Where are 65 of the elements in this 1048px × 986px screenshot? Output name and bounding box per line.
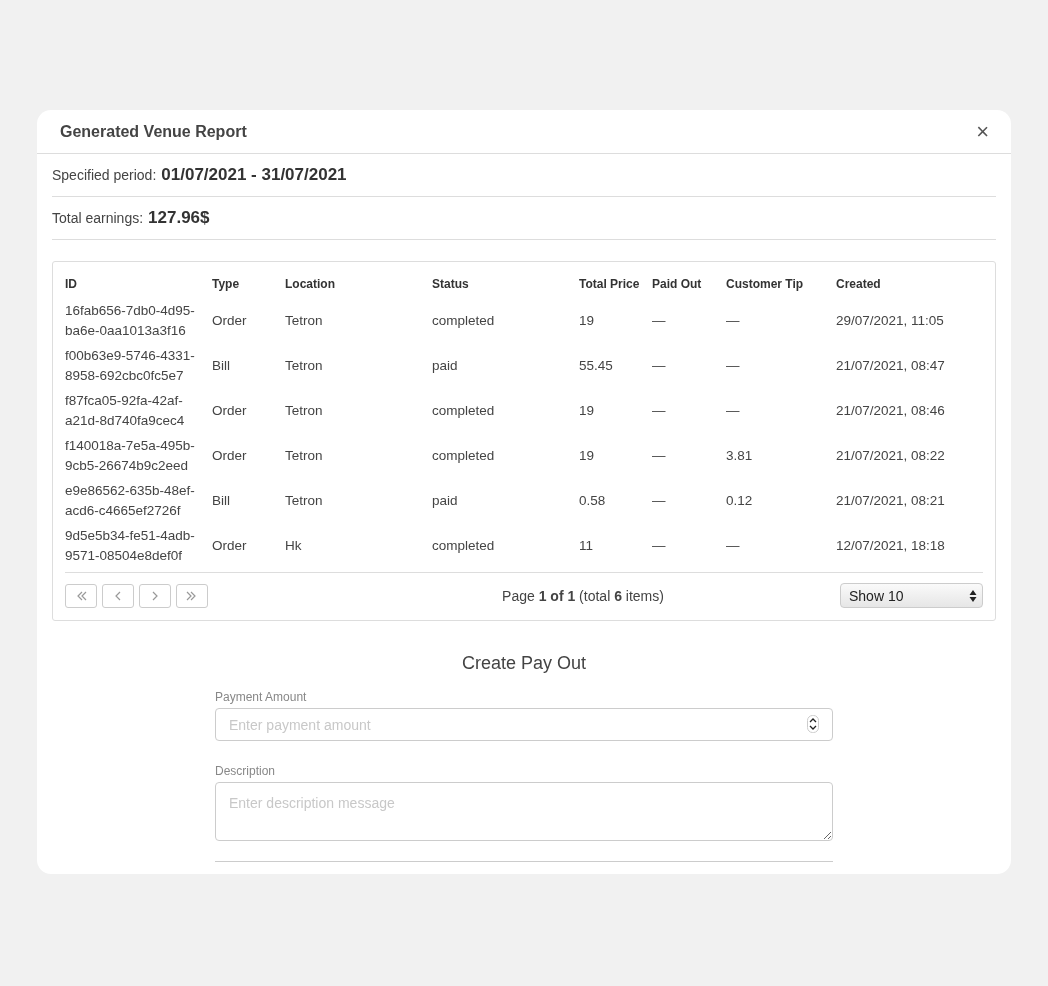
table-cell: Order [212,538,247,553]
table-cell-text: 9d5e5b34-fe51-4adb-9571-08504e8def0f [65,526,196,565]
table-cell: 3.81 [726,448,753,463]
page-size-select[interactable]: Show 10 [840,583,983,608]
period-value: 01/07/2021 - 31/07/2021 [161,165,347,185]
table-cell: — [726,538,740,553]
table-cell: completed [432,538,495,553]
spinner-icon [807,715,819,733]
table-cell: 21/07/2021, 08:46 [836,403,945,418]
field-label: Payment Amount [215,690,308,704]
close-button[interactable]: × [972,120,993,143]
table-cell: completed [432,403,495,418]
page-summary: Page 1 of 1 (total 6 items) [502,587,664,604]
table-cell: Tetron [285,358,323,373]
table-cell: — [726,313,740,328]
table-cell: Bill [212,493,230,508]
table-cell: 21/07/2021, 08:22 [836,448,945,463]
table-cell: 19 [579,448,595,463]
table-cell: Tetron [285,313,323,328]
sort-arrows-icon [969,588,977,603]
table-cell: 11 [579,538,593,553]
table-cell: 0.12 [726,493,753,508]
table-cell: Bill [212,358,230,373]
section-title: Create Pay Out [460,653,588,674]
table-cell: — [652,493,666,508]
table-cell: paid [432,493,458,508]
table-cell: — [652,403,666,418]
period-label: Specified period: [52,167,157,183]
table-cell: 12/07/2021, 18:18 [836,538,945,553]
table-cell: 55.45 [579,358,613,373]
table-cell: 19 [579,403,595,418]
table-cell: Order [212,448,247,463]
table-cell: — [726,403,740,418]
table-cell: paid [432,358,458,373]
earnings-value: 127.96$ [148,208,210,228]
table-cell: Order [212,403,247,418]
dialog-title: Generated Venue Report [60,122,247,141]
table-cell: completed [432,448,495,463]
table-cell: completed [432,313,495,328]
column-header: Location [285,277,335,291]
table-cell: 19 [579,313,595,328]
table-cell: Tetron [285,493,323,508]
table-cell: 29/07/2021, 11:05 [836,313,944,328]
column-header: ID [65,277,77,291]
table-cell: — [652,538,666,553]
column-header: Paid Out [652,277,702,291]
earnings-label: Total earnings: [52,210,144,226]
table-cell: Order [212,313,247,328]
field-label: Description [215,764,277,778]
table-cell: — [652,448,666,463]
table-cell: 0.58 [579,493,606,508]
table-cell: Hk [285,538,302,553]
table-cell: Tetron [285,403,323,418]
table-cell: — [652,313,666,328]
column-header: Total Price [579,277,640,291]
column-header: Status [432,277,469,291]
table-cell-text: e9e86562-635b-48ef-acd6-c4665ef2726f [65,481,196,520]
table-cell: 21/07/2021, 08:47 [836,358,945,373]
table-cell: — [726,358,740,373]
table-cell: — [652,358,666,373]
column-header: Created [836,277,881,291]
table-cell: 21/07/2021, 08:21 [836,493,945,508]
table-cell: Tetron [285,448,323,463]
column-header: Type [212,277,240,291]
column-header: Customer Tip [726,277,804,291]
